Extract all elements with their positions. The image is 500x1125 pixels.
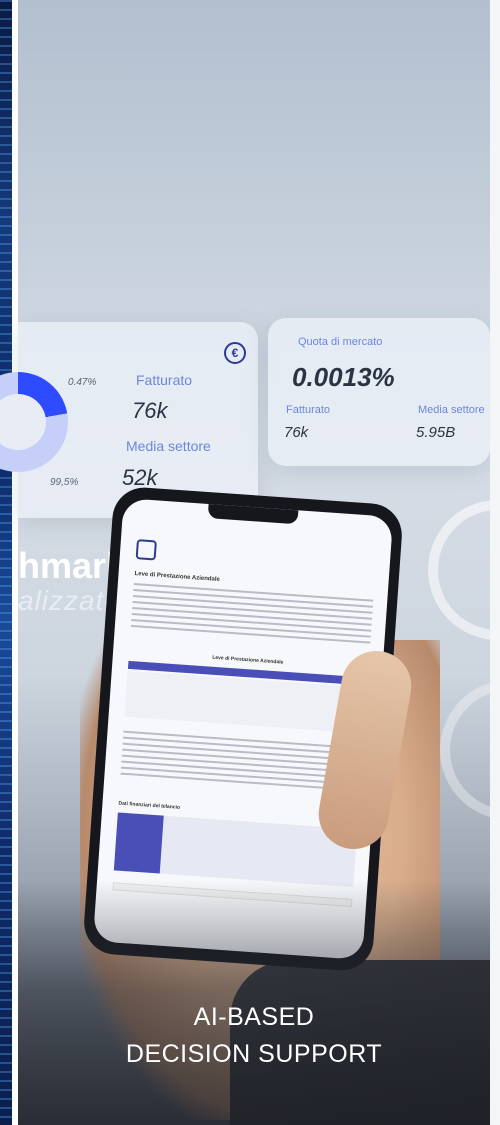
ad-banner: 0.47% 99,5% Fatturato 76k Media settore … — [0, 0, 500, 1125]
revenue-label: Fatturato — [286, 404, 331, 416]
revenue-value: 76k — [132, 398, 168, 423]
euro-icon: € — [224, 342, 246, 364]
donut-chart — [0, 372, 68, 472]
donut-pct-top: 0.47% — [68, 377, 97, 388]
financial-heading: Dati finanziari del bilancio — [118, 800, 181, 811]
right-border — [490, 0, 500, 1125]
donut-pct-bottom: 99,5% — [50, 477, 79, 488]
revenue-value: 76k — [284, 424, 309, 441]
sector-label: Media settore — [418, 404, 485, 416]
market-share-title: Quota di mercato — [298, 336, 383, 348]
financial-table-labels — [113, 812, 164, 874]
caption-line2: DECISION SUPPORT — [125, 1040, 383, 1068]
market-share-value: 0.0013% — [292, 362, 395, 392]
sector-label: Media settore — [126, 438, 211, 454]
revenue-label: Fatturato — [136, 372, 193, 388]
caption-line1: AI-BASED — [193, 1003, 315, 1031]
document-heading: Leve di Prestazione Aziendale — [134, 571, 221, 584]
sector-value: 5.95B — [416, 424, 456, 441]
market-share-card: Quota di mercato 0.0013% Fatturato Media… — [268, 318, 490, 466]
document-logo-icon — [135, 539, 157, 561]
